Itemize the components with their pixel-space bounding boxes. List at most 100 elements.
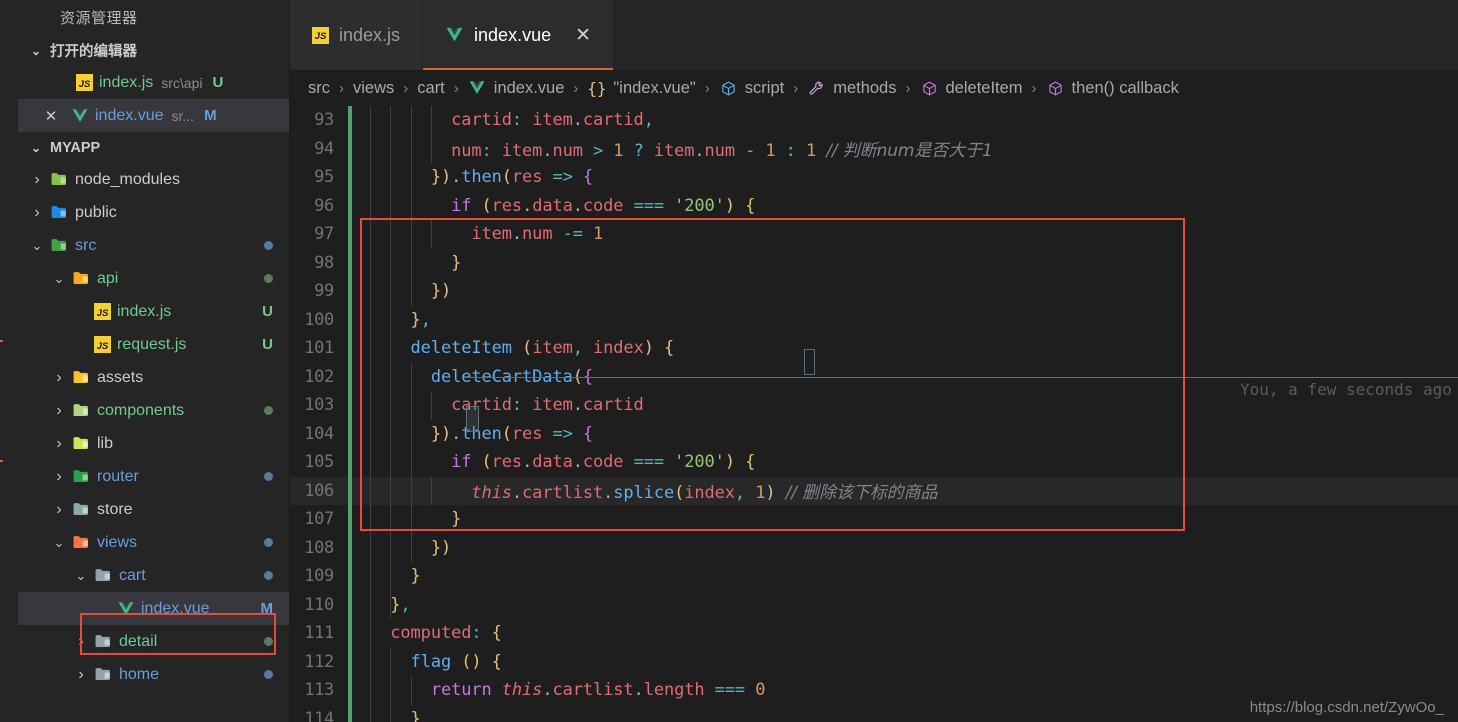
breadcrumb-item-indexvue[interactable]: {} "index.vue" [587,79,695,98]
tree-item-home[interactable]: › home [18,658,289,691]
code-line[interactable]: 107 } [290,505,1458,534]
breadcrumb-label: then() callback [1071,78,1179,97]
breadcrumb-label: views [353,78,395,97]
open-editors-header[interactable]: ⌄ 打开的编辑器 [18,35,289,66]
breadcrumb[interactable]: src › views › cart › index.vue › {} "index.vue" › s… [290,70,1458,106]
tree-item-cart[interactable]: ⌄ cart [18,559,289,592]
folder-plain-icon [94,566,113,585]
git-modified-indicator [348,562,352,591]
tab-index-vue[interactable]: index.vue ✕ [423,0,615,70]
code-text: num: item.num > 1 ? item.num - 1 : 1 // … [451,141,993,162]
open-editor-item-index-vue[interactable]: ✕ index.vue sr... M [18,99,289,132]
statement-highlight-box [466,377,1458,378]
code-line[interactable]: 101 deleteItem (item, index) { [290,334,1458,363]
code-comment: // 删除该下标的商品 [785,483,938,504]
code-text: if (res.data.code === '200') { [451,195,756,216]
line-number: 103 [304,395,334,416]
code-editor[interactable]: 93 cartid: item.cartid, 94 num: item.num … [290,106,1458,722]
js-file-icon: JS [94,303,111,320]
folder-src-icon [50,236,69,255]
breadcrumb-label: cart [417,78,445,97]
wrench-icon [807,79,826,98]
git-modified-indicator [348,305,352,334]
line-number: 93 [314,110,334,131]
breadcrumb-item-views[interactable]: views [353,79,394,98]
line-number: 110 [304,594,334,615]
code-line[interactable]: 98 } [290,248,1458,277]
vue-file-icon [70,106,89,125]
breadcrumb-item-thencallback[interactable]: then() callback [1046,79,1179,98]
tree-item-router[interactable]: › router [18,460,289,493]
git-modified-indicator [348,106,352,135]
tree-item-node_modules[interactable]: › node_modules [18,163,289,196]
code-line[interactable]: 100 }, [290,305,1458,334]
close-icon[interactable]: ✕ [575,24,591,47]
code-line[interactable]: 97 item.num -= 1 [290,220,1458,249]
tree-item-request-js[interactable]: JS request.js U [18,328,289,361]
open-editor-item-index-js[interactable]: JS index.js src\api U [18,66,289,99]
breadcrumb-label: src [308,78,330,97]
vue-file-icon [445,26,464,45]
code-line[interactable]: 96 if (res.data.code === '200') { [290,191,1458,220]
code-line[interactable]: 111 computed: { [290,619,1458,648]
tree-item-components[interactable]: › components [18,394,289,427]
tree-item-index-vue[interactable]: index.vue M [18,592,289,625]
code-line[interactable]: 109 } [290,562,1458,591]
breadcrumb-item-cart[interactable]: cart [417,79,445,98]
folder-plain-icon [94,632,113,651]
breadcrumb-item-indexvue[interactable]: index.vue [468,78,565,98]
breadcrumb-item-deleteitem[interactable]: deleteItem [920,79,1023,98]
chevron-down-icon: ⌄ [53,534,65,550]
code-line[interactable]: 95 }).then(res => { [290,163,1458,192]
code-line[interactable]: 110 }, [290,590,1458,619]
code-text: } [451,252,462,273]
tree-item-api[interactable]: ⌄ api [18,262,289,295]
line-number: 102 [304,366,334,387]
open-editors-label: 打开的编辑器 [50,44,137,60]
line-number: 112 [304,651,334,672]
open-editor-filename: index.vue [95,106,164,124]
line-number: 100 [304,309,334,330]
breadcrumb-item-methods[interactable]: methods [807,79,897,98]
tree-item-lib[interactable]: › lib [18,427,289,460]
code-comment: // 判断num是否大于1 [826,141,993,162]
code-line[interactable]: 94 num: item.num > 1 ? item.num - 1 : 1 … [290,134,1458,163]
chevron-right-icon: › [78,665,84,683]
project-header-myapp[interactable]: ⌄ MYAPP [18,132,289,163]
activity-bar[interactable] [0,0,18,722]
git-modified-indicator [348,619,352,648]
code-line[interactable]: 108 }) [290,533,1458,562]
code-line[interactable]: 105 if (res.data.code === '200') { [290,448,1458,477]
breadcrumb-item-script[interactable]: script [719,79,784,98]
tree-item-index-js[interactable]: JS index.js U [18,295,289,328]
breadcrumb-separator: › [793,79,799,97]
breadcrumb-label: index.vue [493,78,565,97]
tree-item-views[interactable]: ⌄ views [18,526,289,559]
tab-label: index.js [339,24,401,45]
code-text: return this.cartlist.length === 0 [430,680,766,701]
folder-public-icon [50,203,69,222]
close-icon[interactable]: ✕ [40,107,62,125]
tree-item-assets[interactable]: › assets [18,361,289,394]
tree-item-status-dot [264,472,273,481]
code-line[interactable]: 112 flag () { [290,647,1458,676]
code-line[interactable]: 106 this.cartlist.splice(index, 1) // 删除… [290,476,1458,505]
tree-item-status-dot [264,571,273,580]
tree-item-public[interactable]: › public [18,196,289,229]
tab-index-js[interactable]: JS index.js [290,0,424,70]
code-line[interactable]: 93 cartid: item.cartid, [290,106,1458,135]
tree-item-label: components [97,401,185,419]
tree-item-label: home [119,665,160,683]
tree-item-detail[interactable]: › detail [18,625,289,658]
git-modified-indicator [348,191,352,220]
open-editor-path: src\api [161,74,203,91]
line-number: 107 [304,509,334,530]
code-line[interactable]: 99 }) [290,277,1458,306]
line-number: 97 [314,224,334,245]
breadcrumb-label: script [744,78,785,97]
tree-item-src[interactable]: ⌄ src [18,229,289,262]
breadcrumb-item-src[interactable]: src [308,79,330,98]
folder-api-icon [72,269,91,288]
tree-item-store[interactable]: › store [18,493,289,526]
breadcrumb-separator: › [403,79,409,97]
